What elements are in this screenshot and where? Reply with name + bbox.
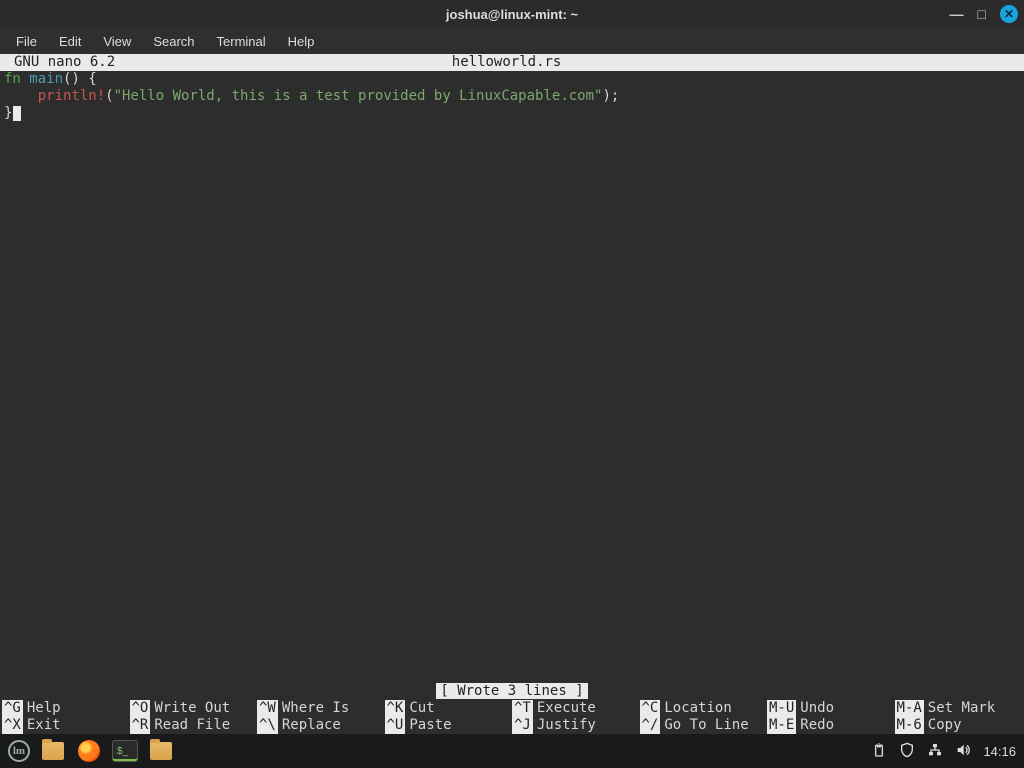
nano-shortcut-key: ^C	[640, 700, 661, 717]
tray-network-icon[interactable]	[927, 742, 943, 761]
nano-shortcut-label: Execute	[537, 700, 596, 717]
nano-shortcut-key: M-A	[895, 700, 924, 717]
window-maximize-button[interactable]: □	[978, 7, 986, 21]
nano-shortcut-label: Where Is	[282, 700, 349, 717]
window-minimize-button[interactable]: —	[950, 7, 964, 21]
text-cursor	[13, 106, 21, 121]
nano-filename: helloworld.rs	[115, 54, 898, 71]
nano-shortcut-label: Location	[664, 700, 731, 717]
nano-shortcut: ^\Replace	[257, 717, 385, 734]
nano-shortcut: M-ERedo	[767, 717, 895, 734]
taskbar-files-icon-2[interactable]	[148, 740, 174, 762]
nano-shortcut-key: ^\	[257, 717, 278, 734]
menubar: File Edit View Search Terminal Help	[0, 28, 1024, 54]
taskbar-firefox-icon[interactable]	[76, 740, 102, 762]
nano-shortcut-label: Exit	[27, 717, 61, 734]
code-indent	[4, 88, 38, 104]
code-paren-open: (	[105, 88, 113, 104]
nano-shortcut: ^JJustify	[512, 717, 640, 734]
nano-shortcut: ^OWrite Out	[130, 700, 258, 717]
taskbar-files-icon[interactable]	[40, 740, 66, 762]
code-line1-rest: () {	[63, 71, 97, 87]
nano-shortcut: ^KCut	[385, 700, 513, 717]
nano-shortcut: M-ASet Mark	[895, 700, 1023, 717]
nano-shortcut-key: ^J	[512, 717, 533, 734]
window-title: joshua@linux-mint: ~	[446, 7, 578, 22]
nano-shortcut-key: ^O	[130, 700, 151, 717]
nano-shortcut-key: M-E	[767, 717, 796, 734]
tray-clipboard-icon[interactable]	[871, 742, 887, 761]
nano-shortcut: ^RRead File	[130, 717, 258, 734]
code-macro-call: println!	[38, 88, 105, 104]
nano-shortcut-label: Set Mark	[928, 700, 995, 717]
nano-shortcut-key: ^/	[640, 717, 661, 734]
nano-shortcut-label: Read File	[154, 717, 230, 734]
taskbar-clock[interactable]: 14:16	[983, 744, 1016, 759]
tray-shield-icon[interactable]	[899, 742, 915, 761]
nano-shortcut-key: ^U	[385, 717, 406, 734]
nano-shortcut: ^/Go To Line	[640, 717, 768, 734]
nano-shortcut-key: ^K	[385, 700, 406, 717]
nano-shortcut: M-UUndo	[767, 700, 895, 717]
window-close-button[interactable]: ✕	[1000, 5, 1018, 23]
menu-edit[interactable]: Edit	[49, 31, 91, 52]
code-string: "Hello World, this is a test provided by…	[114, 88, 603, 104]
nano-shortcut-key: ^G	[2, 700, 23, 717]
tray-volume-icon[interactable]	[955, 742, 971, 761]
nano-shortcut-label: Help	[27, 700, 61, 717]
nano-shortcut-label: Undo	[800, 700, 834, 717]
nano-shortcut-key: ^X	[2, 717, 23, 734]
menu-view[interactable]: View	[93, 31, 141, 52]
nano-shortcut: M-6Copy	[895, 717, 1023, 734]
nano-app-version: GNU nano 6.2	[6, 54, 115, 71]
nano-shortcut: ^TExecute	[512, 700, 640, 717]
taskbar: lm $_ 14:16	[0, 734, 1024, 768]
nano-status-line: [ Wrote 3 lines ]	[0, 683, 1024, 700]
nano-editor-body[interactable]: fn main() { println!("Hello World, this …	[0, 71, 1024, 683]
nano-shortcut-key: ^T	[512, 700, 533, 717]
nano-shortcut: ^GHelp	[2, 700, 130, 717]
nano-shortcut: ^CLocation	[640, 700, 768, 717]
nano-shortcut-label: Replace	[282, 717, 341, 734]
nano-shortcut-key: ^W	[257, 700, 278, 717]
nano-shortcut-key: M-6	[895, 717, 924, 734]
nano-shortcut: ^WWhere Is	[257, 700, 385, 717]
nano-shortcut-label: Write Out	[154, 700, 230, 717]
window-titlebar: joshua@linux-mint: ~ — □ ✕	[0, 0, 1024, 28]
nano-shortcut: ^UPaste	[385, 717, 513, 734]
nano-header: GNU nano 6.2 helloworld.rs	[0, 54, 1024, 71]
nano-shortcut-label: Cut	[409, 700, 434, 717]
nano-shortcut-label: Paste	[409, 717, 451, 734]
nano-shortcut: ^XExit	[2, 717, 130, 734]
nano-status-text: [ Wrote 3 lines ]	[436, 683, 587, 699]
nano-shortcut-label: Redo	[800, 717, 834, 734]
menu-terminal[interactable]: Terminal	[207, 31, 276, 52]
menu-file[interactable]: File	[6, 31, 47, 52]
code-paren-close: );	[602, 88, 619, 104]
code-keyword-fn: fn	[4, 71, 21, 87]
nano-shortcut-label: Go To Line	[664, 717, 748, 734]
nano-shortcut-bar: ^GHelp^OWrite Out^WWhere Is^KCut^TExecut…	[0, 700, 1024, 734]
taskbar-terminal-icon[interactable]: $_	[112, 740, 138, 762]
nano-shortcut-label: Justify	[537, 717, 596, 734]
nano-shortcut-key: ^R	[130, 717, 151, 734]
nano-shortcut-label: Copy	[928, 717, 962, 734]
nano-shortcut-key: M-U	[767, 700, 796, 717]
menu-help[interactable]: Help	[278, 31, 325, 52]
mint-menu-button[interactable]: lm	[8, 740, 30, 762]
terminal[interactable]: GNU nano 6.2 helloworld.rs fn main() { p…	[0, 54, 1024, 734]
code-fn-name: main	[29, 71, 63, 87]
code-close-brace: }	[4, 105, 12, 121]
menu-search[interactable]: Search	[143, 31, 204, 52]
